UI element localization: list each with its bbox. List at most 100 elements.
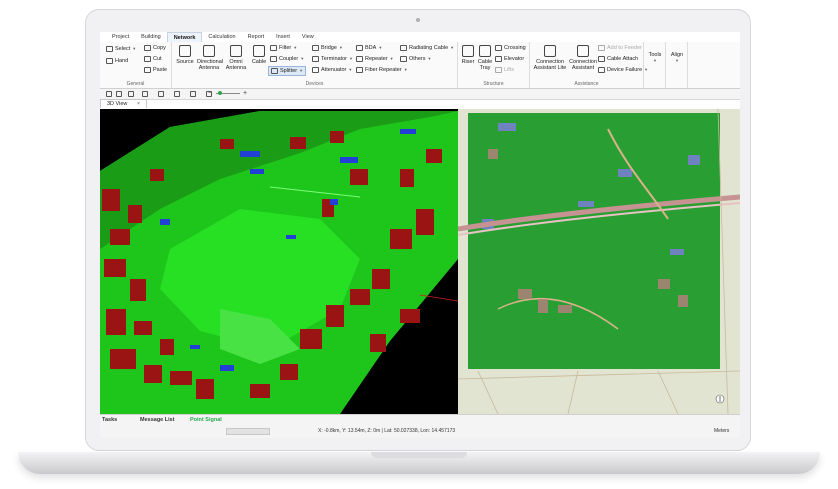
filter-button[interactable]: Filter ▼	[270, 44, 297, 52]
cable-attach-label: Cable Attach	[607, 56, 639, 62]
grid-icon[interactable]	[158, 91, 164, 97]
copy-button[interactable]: Copy	[144, 44, 166, 52]
fiber-repeater-icon	[356, 67, 363, 73]
group-tools: Tools ▼	[644, 42, 666, 88]
copy-label: Copy	[153, 45, 166, 51]
scissors-icon	[144, 56, 151, 62]
tab-insert[interactable]: Insert	[270, 32, 296, 42]
chevron-down-icon: ▼	[132, 46, 137, 51]
cable-tray-button[interactable]: Cable Tray	[477, 45, 493, 71]
connection-assistant-lite-button[interactable]: Connection Assistant Lite	[532, 45, 568, 71]
layers-icon[interactable]	[142, 91, 148, 97]
splitter-icon	[271, 68, 278, 74]
others-button[interactable]: Others ▼	[400, 55, 431, 63]
cable-tray-icon	[479, 45, 491, 57]
radiating-cable-button[interactable]: Radiating Cable ▼	[400, 44, 454, 52]
select-button[interactable]: Select ▼	[106, 45, 136, 53]
message-list-tab[interactable]: Message List	[140, 416, 175, 424]
cable-tray-label: Cable Tray	[477, 59, 493, 71]
group-label-structure: Structure	[483, 81, 504, 87]
group-structure: Riser Cable Tray Crossing Elevator Lifts…	[458, 42, 530, 88]
point-signal-label: Point Signal	[190, 417, 222, 423]
terminator-button[interactable]: Terminator ▼	[312, 55, 353, 63]
fiber-repeater-button[interactable]: Fiber Repeater ▼	[356, 66, 408, 74]
directional-antenna-button[interactable]: Directional Antenna	[197, 45, 223, 71]
move-icon[interactable]	[128, 91, 134, 97]
list-icon[interactable]	[174, 91, 180, 97]
riser-button[interactable]: Riser	[460, 45, 476, 65]
3d-terrain-render	[100, 109, 458, 414]
radiating-cable-icon	[400, 45, 407, 51]
laptop-notch	[371, 452, 467, 458]
attenuator-button[interactable]: Attenuator ▼	[312, 66, 352, 74]
tab-building[interactable]: Building	[135, 32, 167, 42]
cable-label: Cable	[251, 59, 267, 65]
webcam-dot	[416, 18, 420, 22]
3d-view-canvas[interactable]	[100, 109, 458, 414]
group-label-assistance: Assistance	[574, 81, 599, 87]
device-failure-button[interactable]: Device Failure ▼	[598, 66, 648, 74]
filter-view-icon[interactable]	[116, 91, 122, 97]
repeater-label: Repeater	[365, 56, 388, 62]
network-tree-icon	[577, 45, 589, 57]
ribbon: Select ▼ Hand Copy Cut Paste General Sour…	[100, 42, 740, 89]
crossing-button[interactable]: Crossing	[495, 44, 526, 52]
connection-assistant-button[interactable]: Connection Assistant	[568, 45, 598, 71]
cable-attach-icon	[598, 56, 605, 62]
others-icon	[400, 56, 407, 62]
repeater-button[interactable]: Repeater ▼	[356, 55, 394, 63]
device-failure-icon	[598, 67, 605, 73]
cable-attach-button[interactable]: Cable Attach	[598, 55, 638, 63]
tasks-tab[interactable]: Tasks	[102, 416, 117, 424]
chevron-down-icon: ▼	[378, 45, 383, 50]
zoom-in-icon[interactable]: +	[243, 89, 247, 99]
tab-report[interactable]: Report	[242, 32, 271, 42]
2d-map-view[interactable]	[458, 109, 740, 414]
elevator-button[interactable]: Elevator	[495, 55, 524, 63]
add-to-feeder-button[interactable]: Add to Feeder	[598, 44, 642, 52]
tab-calculation[interactable]: Calculation	[202, 32, 241, 42]
tab-network[interactable]: Network	[166, 32, 203, 42]
chevron-down-icon: ▼	[338, 45, 343, 50]
view-mode-icon[interactable]	[106, 91, 112, 97]
attenuator-label: Attenuator	[321, 67, 347, 73]
add-to-feeder-label: Add to Feeder	[607, 45, 642, 51]
tab-3d-view-label: 3D View	[107, 101, 128, 107]
splitter-button[interactable]: Splitter ▼	[268, 66, 307, 76]
cut-button[interactable]: Cut	[144, 55, 162, 63]
source-button[interactable]: Source	[174, 45, 196, 65]
zoom-slider-handle[interactable]	[218, 91, 222, 95]
filter-label: Filter	[279, 45, 292, 51]
zoom-out-icon[interactable]: −	[208, 89, 212, 99]
tools-button[interactable]: Tools ▼	[645, 52, 665, 64]
tab-project[interactable]: Project	[106, 32, 135, 42]
riser-label: Riser	[461, 59, 475, 65]
source-label: Source	[176, 59, 194, 65]
coupler-button[interactable]: Coupler ▼	[270, 55, 304, 63]
close-icon[interactable]: ×	[137, 101, 140, 107]
point-signal-tab[interactable]: Point Signal	[190, 416, 222, 424]
units-indicator[interactable]: Meters	[714, 427, 729, 435]
omni-antenna-button[interactable]: Omni Antenna	[224, 45, 248, 71]
app-window: Project Building Network Calculation Rep…	[100, 32, 740, 438]
chevron-down-icon: ▼	[300, 56, 305, 61]
settings-icon[interactable]	[190, 91, 196, 97]
bda-button[interactable]: BDA ▼	[356, 44, 382, 52]
cable-icon	[253, 45, 265, 57]
tab-3d-view[interactable]: 3D View ×	[100, 99, 148, 108]
paste-button[interactable]: Paste	[144, 66, 167, 74]
units-value: Meters	[714, 428, 730, 434]
omni-antenna-icon	[230, 45, 242, 57]
tab-view[interactable]: View	[296, 32, 320, 42]
bridge-button[interactable]: Bridge ▼	[312, 44, 343, 52]
attenuator-icon	[312, 67, 319, 73]
chevron-down-icon: ▼	[293, 45, 298, 50]
chevron-down-icon: ▼	[403, 67, 408, 72]
crossing-label: Crossing	[504, 45, 526, 51]
lifts-button[interactable]: Lifts	[495, 66, 514, 74]
align-button[interactable]: Align ▼	[667, 52, 687, 64]
fiber-repeater-label: Fiber Repeater	[365, 67, 402, 73]
cable-button[interactable]: Cable	[250, 45, 268, 65]
crossing-icon	[495, 45, 502, 51]
hand-button[interactable]: Hand	[106, 57, 128, 65]
